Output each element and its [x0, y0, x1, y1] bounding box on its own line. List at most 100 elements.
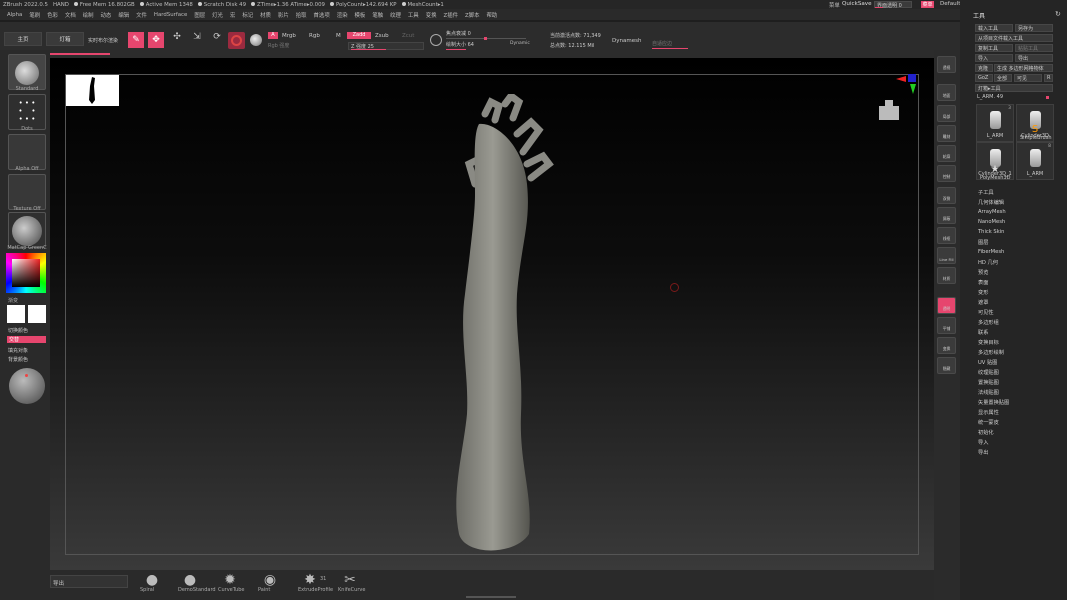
- bg-color-button[interactable]: 背景颜色: [8, 356, 28, 363]
- tool-menu-item[interactable]: 矢量置换贴图: [978, 399, 1009, 406]
- simplebrush-subtool[interactable]: S SimpleBrush: [1020, 124, 1052, 141]
- realtime-render-label[interactable]: 实时布尔渲染: [88, 37, 118, 44]
- tool-menu-item[interactable]: 多边形组: [978, 319, 999, 326]
- material-tile[interactable]: [8, 212, 46, 248]
- menu-item[interactable]: 编辑: [118, 11, 129, 19]
- menu-item[interactable]: 材质: [260, 11, 271, 19]
- menu-item[interactable]: 渲染: [337, 11, 348, 19]
- tool-palette-header[interactable]: 工具: [973, 11, 985, 20]
- switch-color-button[interactable]: 切换颜色: [8, 327, 28, 334]
- menu-item[interactable]: Z插件: [444, 11, 458, 19]
- menu-button[interactable]: 菜单: [921, 1, 934, 8]
- shelf-button[interactable]: 隐藏: [937, 357, 956, 374]
- menu-item[interactable]: HardSurface: [154, 12, 187, 18]
- rgb-intensity-slider[interactable]: Rgb 强度: [268, 42, 344, 50]
- texture-tile[interactable]: [8, 174, 46, 210]
- transparency-slider[interactable]: 界面透明 0: [874, 1, 912, 9]
- shelf-button[interactable]: 平铺: [937, 317, 956, 334]
- tool-menu-item[interactable]: ArrayMesh: [978, 209, 1006, 215]
- axis-gizmo-icon[interactable]: [896, 72, 918, 96]
- shelf-button[interactable]: 局部: [937, 105, 956, 122]
- shelf-button[interactable]: 轮廓: [937, 145, 956, 162]
- menu-item[interactable]: 纹理: [390, 11, 401, 19]
- focal-shift-slider[interactable]: 焦点衰减 0: [446, 30, 526, 40]
- secondary-color-swatch[interactable]: [28, 305, 46, 323]
- rgb-button[interactable]: Rgb: [309, 33, 320, 39]
- menu-item[interactable]: 帮助: [486, 11, 497, 19]
- export-field[interactable]: 导出: [50, 575, 128, 588]
- menu-item[interactable]: 模板: [355, 11, 366, 19]
- alpha-tile[interactable]: [8, 134, 46, 170]
- alternate-button[interactable]: 交替: [7, 336, 46, 343]
- menu-item[interactable]: 拾取: [296, 11, 307, 19]
- tool-menu-item[interactable]: 初始化: [978, 429, 994, 436]
- arm-sculpt[interactable]: [445, 94, 580, 554]
- adaptive-slider-bar[interactable]: [652, 48, 688, 49]
- shelf-button[interactable]: 材质: [937, 267, 956, 284]
- polymesh-subtool[interactable]: ★ PolyMesh3D: [980, 164, 1010, 181]
- move-button[interactable]: ✣: [170, 32, 184, 48]
- navigation-thumbnail[interactable]: [66, 75, 119, 106]
- menu-item[interactable]: 色彩: [47, 11, 58, 19]
- tool-menu-item[interactable]: HD 几何: [978, 259, 998, 266]
- menu-item[interactable]: 绘制: [83, 11, 94, 19]
- shelf-button[interactable]: 双侧: [937, 187, 956, 204]
- menus-toggle[interactable]: 菜单: [829, 1, 840, 9]
- scale-button[interactable]: ⇲: [190, 32, 204, 48]
- main-color-swatch[interactable]: [7, 305, 25, 323]
- load-tool-button[interactable]: 载入工具: [975, 24, 1013, 32]
- edit-button[interactable]: ✎: [128, 32, 144, 48]
- shelf-button[interactable]: Line Fill: [937, 247, 956, 264]
- rotate-button[interactable]: ⟳: [210, 32, 224, 48]
- copy-tool-button[interactable]: 复制工具: [975, 44, 1013, 52]
- tool-menu-item[interactable]: 预览: [978, 269, 988, 276]
- tool-menu-item[interactable]: 可见性: [978, 309, 994, 316]
- menu-item[interactable]: 首选项: [314, 11, 330, 19]
- home-button[interactable]: 主页: [4, 32, 42, 46]
- shelf-button[interactable]: 控制: [937, 165, 956, 182]
- tool-menu-item[interactable]: 导入: [978, 439, 988, 446]
- dynamic-toggle[interactable]: Dynamic: [510, 41, 530, 46]
- draw-button[interactable]: ✥: [148, 32, 164, 48]
- menu-item[interactable]: 标记: [242, 11, 253, 19]
- import-button[interactable]: 导入: [975, 54, 1013, 62]
- paste-tool-button[interactable]: 粘贴工具: [1015, 44, 1053, 52]
- menu-item[interactable]: 图层: [194, 11, 205, 19]
- menu-item[interactable]: 文档: [65, 11, 76, 19]
- goz-button[interactable]: GoZ: [975, 74, 993, 82]
- bottom-scroll-handle[interactable]: [466, 596, 516, 598]
- tool-menu-item[interactable]: NanoMesh: [978, 219, 1005, 225]
- adaptive-label[interactable]: 自适应边: [652, 40, 672, 47]
- menu-item[interactable]: 宏: [230, 11, 235, 19]
- dynamesh-button[interactable]: Dynamesh: [612, 38, 641, 44]
- dots-stroke-tile[interactable]: • • • • • • • •: [8, 94, 46, 130]
- shelf-button[interactable]: 雕刻: [937, 125, 956, 142]
- tool-menu-item[interactable]: 图层: [978, 239, 988, 246]
- shelf-button[interactable]: 透明: [937, 297, 956, 314]
- shelf-button[interactable]: 屏蔽: [937, 207, 956, 224]
- make-polymesh-button[interactable]: 生成 多边形网格物体: [994, 64, 1053, 72]
- tool-menu-item[interactable]: UV 贴图: [978, 359, 997, 366]
- color-picker[interactable]: [6, 253, 46, 293]
- menu-item[interactable]: 动态: [101, 11, 112, 19]
- tool-menu-item[interactable]: 表面: [978, 279, 988, 286]
- palette-refresh-icon[interactable]: ↻: [1055, 10, 1061, 18]
- standard-brush-tile[interactable]: [8, 54, 46, 90]
- tool-menu-item[interactable]: 导出: [978, 449, 988, 456]
- tool-menu-item[interactable]: 纹理贴图: [978, 369, 999, 376]
- menu-item[interactable]: 笔触: [372, 11, 383, 19]
- tool-menu-item[interactable]: FiberMesh: [978, 249, 1004, 255]
- save-as-button[interactable]: 另存为: [1015, 24, 1053, 32]
- tool-menu-item[interactable]: 显示属性: [978, 409, 999, 416]
- z-intensity-slider[interactable]: Z 强度 25: [348, 42, 424, 50]
- menu-item[interactable]: 文件: [136, 11, 147, 19]
- m-button[interactable]: M: [336, 33, 341, 39]
- lightbox-button[interactable]: 灯箱: [46, 32, 84, 46]
- load-from-project-button[interactable]: 从项目文件载入工具: [975, 34, 1053, 42]
- mrgb-button[interactable]: Mrgb: [282, 33, 296, 39]
- tool-menu-item[interactable]: 法线贴图: [978, 389, 999, 396]
- tool-menu-item[interactable]: 置换贴图: [978, 379, 999, 386]
- tool-menu-item[interactable]: 几何体编辑: [978, 199, 1004, 206]
- shelf-button[interactable]: 透视: [937, 56, 956, 73]
- shelf-button[interactable]: 变换: [937, 337, 956, 354]
